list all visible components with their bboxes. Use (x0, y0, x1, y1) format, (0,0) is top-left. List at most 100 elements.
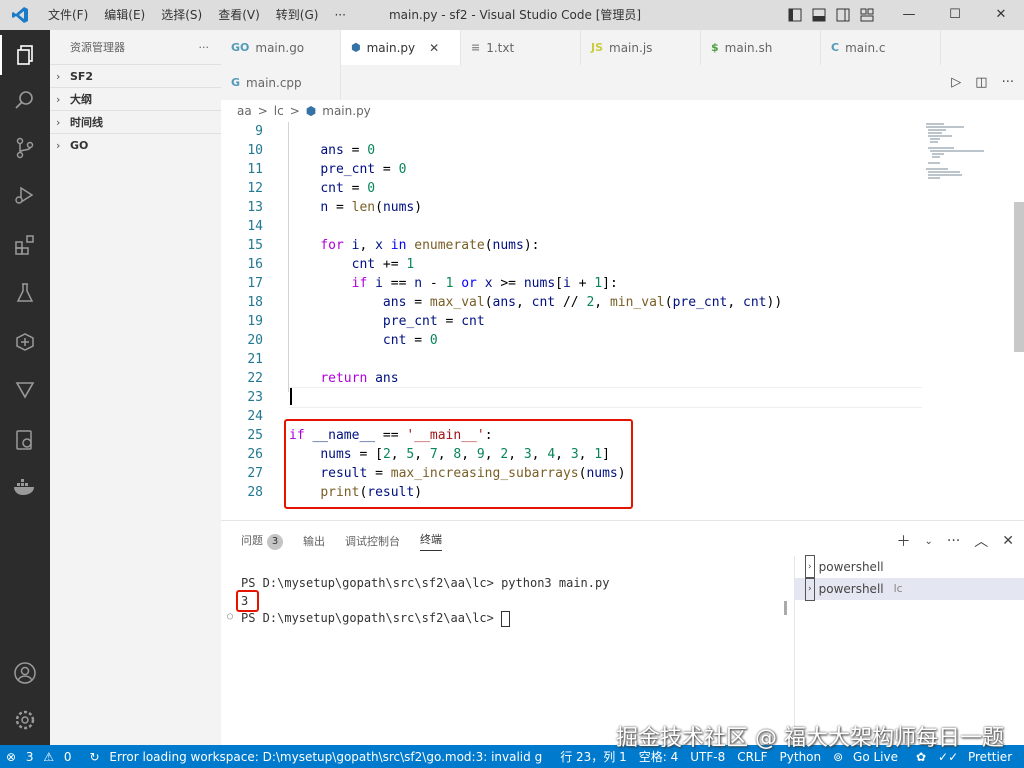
explorer-sidebar: 资源管理器 ··· › SF2 › 大纲 › 时间线 › GO (50, 30, 222, 745)
section-timeline[interactable]: › 时间线 (50, 110, 221, 133)
code-line[interactable]: 23 (221, 388, 921, 407)
breadcrumb: aa > lc > ⬢ main.py (221, 100, 1024, 122)
line-number: 26 (247, 447, 263, 462)
code-line[interactable]: 13 n = len(nums) (221, 198, 921, 217)
remote-window-icon[interactable] (0, 420, 50, 460)
docker-icon[interactable] (0, 467, 50, 507)
tab-main-sh[interactable]: $ main.sh (701, 30, 821, 65)
menu-file[interactable]: 文件(F) (40, 0, 96, 30)
code-line[interactable]: 16 cnt += 1 (221, 255, 921, 274)
terminal-item[interactable]: › powershell (795, 555, 1024, 579)
code-line[interactable]: 15 for i, x in enumerate(nums): (221, 236, 921, 255)
code-line[interactable]: 17 if i == n - 1 or x >= nums[i + 1]: (221, 274, 921, 293)
code-line[interactable]: 21 (221, 350, 921, 369)
terminal-item-label: powershell (818, 582, 884, 596)
close-tab-icon[interactable]: ✕ (429, 41, 439, 55)
terminal-scrollbar[interactable] (784, 601, 787, 615)
code-line[interactable]: 10 ans = 0 (221, 141, 921, 160)
tab-output[interactable]: 输出 (303, 533, 325, 549)
terminal-item-selected[interactable]: › powershell lc (795, 577, 1024, 601)
breadcrumb-aa[interactable]: aa (237, 104, 252, 118)
source-control-icon[interactable] (0, 128, 50, 168)
problems-status[interactable]: ⊗ 3 ⚠ 0 (0, 750, 84, 764)
tab-main-go[interactable]: GO main.go (221, 30, 341, 65)
code-line[interactable]: 9 (221, 122, 921, 141)
error-count: 3 (25, 749, 34, 764)
testing-icon[interactable] (0, 273, 50, 313)
run-file-icon[interactable]: ▷ (951, 75, 961, 90)
new-terminal-icon[interactable]: ＋ (897, 531, 911, 551)
maximize-panel-icon[interactable]: ︿ (974, 531, 988, 551)
settings-gear-icon[interactable] (0, 700, 50, 740)
close-panel-icon[interactable]: ✕ (1002, 533, 1014, 549)
terminal[interactable]: PS D:\mysetup\gopath\src\sf2\aa\lc> pyth… (221, 561, 791, 746)
terminal-line: PS D:\mysetup\gopath\src\sf2\aa\lc> pyth… (241, 574, 609, 592)
window-title: main.py - sf2 - Visual Studio Code [管理员] (388, 8, 642, 22)
code-line[interactable]: 14 (221, 217, 921, 236)
line-number: 12 (247, 181, 263, 196)
menu-selection[interactable]: 选择(S) (153, 0, 210, 30)
toggle-secondary-sidebar-icon[interactable] (836, 8, 850, 22)
tab-main-cpp[interactable]: Gmain.cpp (221, 65, 341, 100)
code-editor[interactable]: 9 10 ans = 0 11 pre_cnt = 0 12 cnt = 0 13 n … (221, 122, 1024, 520)
code-text: ans = 0 (320, 143, 376, 158)
explorer-icon[interactable] (0, 35, 52, 75)
go-file-icon: GO (231, 41, 250, 54)
menu-edit[interactable]: 编辑(E) (96, 0, 153, 30)
section-go[interactable]: › GO (50, 133, 221, 156)
chevron-right-icon: › (56, 138, 61, 152)
python-file-icon: ⬢ (305, 104, 317, 118)
chevron-right-icon: › (56, 92, 61, 106)
run-debug-icon[interactable] (0, 175, 50, 215)
toggle-sidebar-icon[interactable] (788, 8, 802, 22)
minimap[interactable] (924, 122, 1004, 182)
code-line[interactable]: 20 cnt = 0 (221, 331, 921, 350)
account-icon[interactable] (0, 653, 50, 693)
more-actions-icon[interactable]: ··· (1002, 75, 1014, 90)
tab-debug-console[interactable]: 调试控制台 (345, 533, 400, 549)
tab-main-c[interactable]: Cmain.c (821, 30, 941, 65)
workspace-error-status[interactable]: ↻ Error loading workspace: D:\mysetup\go… (84, 750, 555, 764)
line-number: 24 (247, 409, 263, 424)
tab-label: main.go (255, 40, 305, 55)
terminal-icon: › (805, 577, 815, 601)
maximize-button[interactable]: ☐ (932, 0, 978, 30)
code-line[interactable]: 22 return ans (221, 369, 921, 388)
editor-scrollbar[interactable] (1014, 202, 1024, 352)
search-icon[interactable] (0, 80, 50, 120)
customize-layout-icon[interactable] (860, 8, 874, 22)
menu-view[interactable]: 查看(V) (210, 0, 268, 30)
split-editor-icon[interactable]: ◫ (975, 75, 987, 90)
sidebar-more-button[interactable]: ··· (199, 41, 210, 54)
remote-explorer-icon[interactable] (0, 322, 50, 362)
toggle-panel-icon[interactable] (812, 8, 826, 22)
tab-main-py[interactable]: ⬢ main.py ✕ (341, 30, 461, 65)
line-number: 21 (247, 352, 263, 367)
section-outline[interactable]: › 大纲 (50, 87, 221, 110)
breadcrumb-lc[interactable]: lc (274, 104, 284, 118)
activity-bar (0, 30, 50, 745)
close-window-button[interactable]: ✕ (978, 0, 1024, 30)
chevron-down-icon[interactable]: ⌄ (925, 536, 933, 547)
minimize-button[interactable]: — (886, 0, 932, 30)
tab-main-js[interactable]: JS main.js (581, 30, 701, 65)
code-line[interactable]: 18 ans = max_val(ans, cnt // 2, min_val(… (221, 293, 921, 312)
more-actions-icon[interactable]: ··· (947, 533, 960, 549)
gitlens-icon[interactable] (0, 370, 50, 410)
code-line[interactable]: 19 pre_cnt = cnt (221, 312, 921, 331)
line-number: 17 (247, 276, 263, 291)
extensions-icon[interactable] (0, 225, 50, 265)
breadcrumb-separator: > (257, 104, 268, 118)
breadcrumb-separator: > (289, 104, 300, 118)
code-line[interactable]: 11 pre_cnt = 0 (221, 160, 921, 179)
tab-1-txt[interactable]: ≡ 1.txt (461, 30, 581, 65)
tab-label: main.py (366, 40, 416, 55)
line-number: 20 (247, 333, 263, 348)
tab-problems[interactable]: 问题 3 (241, 532, 283, 550)
section-sf2[interactable]: › SF2 (50, 64, 221, 87)
tab-terminal[interactable]: 终端 (420, 531, 442, 551)
breadcrumb-file[interactable]: main.py (322, 104, 371, 118)
code-line[interactable]: 12 cnt = 0 (221, 179, 921, 198)
sidebar-title: 资源管理器 (70, 41, 125, 54)
code-text: for i, x in enumerate(nums): (320, 238, 540, 253)
